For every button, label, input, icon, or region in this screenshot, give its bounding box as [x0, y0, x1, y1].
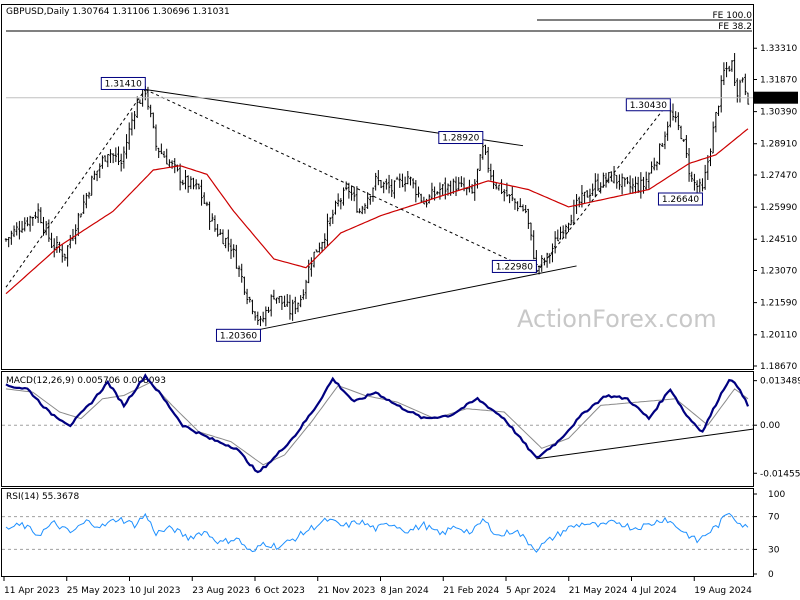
date-tick-label: 25 May 2023	[67, 586, 126, 596]
price-tick-label: 1.30390	[760, 108, 797, 118]
rsi-tick-label: 100	[768, 490, 785, 500]
price-tick-label: 1.20110	[760, 331, 797, 341]
price-annotation: 1.20360	[215, 328, 261, 342]
date-tick-label: 19 Aug 2024	[694, 586, 752, 596]
annotation-label: 1.30430	[630, 101, 667, 111]
macd-tick-label: 0.013489	[760, 377, 800, 387]
annotation-label: 1.31410	[105, 80, 142, 90]
annotation-label: 1.26640	[662, 195, 699, 205]
date-tick-label: 21 Nov 2023	[318, 586, 376, 596]
price-annotation: 1.31410	[100, 76, 146, 90]
date-tick-label: 5 Apr 2024	[506, 586, 556, 596]
price-tick-label: 1.27470	[760, 171, 797, 181]
price-tick-label: 1.18670	[760, 362, 797, 372]
date-tick-label: 23 Aug 2023	[192, 586, 250, 596]
price-panel-title: GBPUSD,Daily 1.30764 1.31106 1.30696 1.3…	[6, 7, 230, 17]
fib-level-label: FE 100.0	[713, 11, 753, 21]
price-annotation: 1.22980	[491, 259, 537, 273]
rsi-tick-label: 70	[768, 513, 780, 523]
price-annotation: 1.28920	[438, 131, 484, 145]
date-tick-label: 21 Feb 2024	[443, 586, 499, 596]
chart-background	[0, 0, 800, 600]
price-tick-label: 1.31870	[760, 75, 797, 85]
date-tick-label: 21 May 2024	[569, 586, 628, 596]
price-tick-label: 1.24510	[760, 235, 797, 245]
date-tick-label: 6 Oct 2023	[255, 586, 305, 596]
price-tick-label: 1.21590	[760, 299, 797, 309]
watermark-text: ActionForex.com	[517, 305, 717, 333]
price-tick-label: 1.23070	[760, 266, 797, 276]
rsi-tick-label: 30	[768, 545, 780, 555]
price-tick-label: 1.25990	[760, 203, 797, 213]
macd-tick-label: 0.00	[760, 421, 780, 431]
date-tick-label: 4 Jul 2024	[632, 586, 677, 596]
rsi-tick-label: 0	[768, 570, 774, 580]
price-tick-label: 1.33310	[760, 44, 797, 54]
rsi-panel-title: RSI(14) 55.3678	[6, 492, 79, 502]
date-tick-label: 11 Apr 2023	[4, 586, 60, 596]
annotation-label: 1.28920	[442, 134, 479, 144]
price-annotation: 1.26640	[657, 192, 703, 206]
macd-tick-label: -0.014554	[760, 469, 800, 479]
annotation-label: 1.20360	[220, 332, 257, 342]
date-tick-label: 10 Jul 2023	[130, 586, 181, 596]
last-price-tag-label: 1.31031	[757, 94, 794, 104]
annotation-label: 1.22980	[496, 263, 533, 273]
price-tick-label: 1.28910	[760, 140, 797, 150]
date-tick-label: 8 Jan 2024	[381, 586, 429, 596]
fib-level-label: FE 38.2	[718, 22, 752, 32]
price-annotation: 1.30430	[625, 98, 671, 112]
chart-root: ActionForex.com GBPUSD,Daily 1.30764 1.3…	[0, 0, 800, 600]
